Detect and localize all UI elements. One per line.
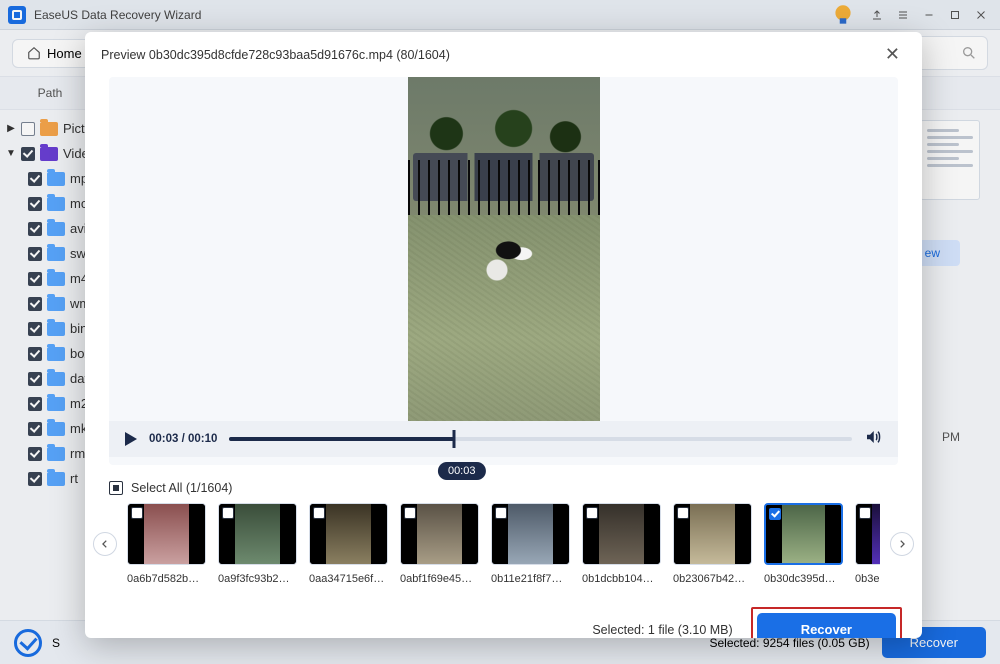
thumb-image[interactable] (218, 503, 297, 565)
select-all-row[interactable]: Select All (1/1604) (85, 465, 922, 503)
strip-next-icon[interactable] (890, 532, 914, 556)
strip-prev-icon[interactable] (93, 532, 117, 556)
thumb-3[interactable]: 0abf1f69e45… (400, 503, 479, 585)
seek-knob[interactable] (452, 430, 455, 448)
thumb-name: 0a9f3fc93b2… (218, 573, 297, 585)
thumbnail-strip: 0a6b7d582b… 0a9f3fc93b2… 0aa34715e6f… 0abf1… (85, 503, 922, 589)
modal-close-icon[interactable]: ✕ (879, 42, 906, 67)
video-controls: 00:03 / 00:10 (109, 421, 898, 457)
thumb-checkbox[interactable] (769, 508, 781, 520)
thumb-image[interactable] (764, 503, 843, 565)
thumb-image[interactable] (855, 503, 880, 565)
play-icon[interactable] (125, 432, 137, 446)
thumb-name: 0a6b7d582b… (127, 573, 206, 585)
timecode: 00:03 / 00:10 (149, 433, 217, 445)
thumb-checkbox[interactable] (222, 507, 234, 519)
thumb-image[interactable] (127, 503, 206, 565)
recover-highlight: Recover (751, 607, 902, 638)
thumb-8[interactable]: 0b3e33c5e2… (855, 503, 880, 585)
thumb-1[interactable]: 0a9f3fc93b2… (218, 503, 297, 585)
thumb-checkbox[interactable] (586, 507, 598, 519)
select-all-label: Select All (1/1604) (131, 481, 232, 495)
thumb-5[interactable]: 0b1dcbb104… (582, 503, 661, 585)
thumb-0[interactable]: 0a6b7d582b… (127, 503, 206, 585)
thumb-name: 0b3e33c5e2… (855, 573, 880, 585)
select-all-checkbox[interactable] (109, 481, 123, 495)
thumb-name: 0b30dc395d… (764, 573, 843, 585)
thumb-name: 0b1dcbb104… (582, 573, 661, 585)
thumb-name: 0abf1f69e45… (400, 573, 479, 585)
recover-button[interactable]: Recover (757, 613, 896, 638)
thumb-name: 0aa34715e6f… (309, 573, 388, 585)
thumb-checkbox[interactable] (404, 507, 416, 519)
time-bubble: 00:03 (438, 461, 486, 479)
thumb-image[interactable] (309, 503, 388, 565)
thumb-name: 0b11e21f8f7… (491, 573, 570, 585)
preview-modal: Preview 0b30dc395d8cfde728c93baa5d91676c… (85, 32, 922, 638)
thumb-image[interactable] (400, 503, 479, 565)
thumb-2[interactable]: 0aa34715e6f… (309, 503, 388, 585)
thumb-image[interactable] (673, 503, 752, 565)
thumb-image[interactable] (582, 503, 661, 565)
preview-area: 00:03 / 00:10 00:03 (109, 77, 898, 465)
thumb-6[interactable]: 0b23067b42… (673, 503, 752, 585)
thumb-checkbox[interactable] (131, 507, 143, 519)
thumb-checkbox[interactable] (313, 507, 325, 519)
thumb-checkbox[interactable] (677, 507, 689, 519)
modal-selected-text: Selected: 1 file (3.10 MB) (592, 623, 732, 637)
video-frame[interactable] (408, 77, 600, 421)
thumb-7[interactable]: 0b30dc395d… (764, 503, 843, 585)
seek-track[interactable] (229, 437, 852, 441)
thumb-image[interactable] (491, 503, 570, 565)
modal-title: Preview 0b30dc395d8cfde728c93baa5d91676c… (101, 48, 450, 62)
thumb-checkbox[interactable] (859, 507, 871, 519)
thumb-checkbox[interactable] (495, 507, 507, 519)
volume-icon[interactable] (864, 428, 882, 451)
thumb-name: 0b23067b42… (673, 573, 752, 585)
thumb-4[interactable]: 0b11e21f8f7… (491, 503, 570, 585)
